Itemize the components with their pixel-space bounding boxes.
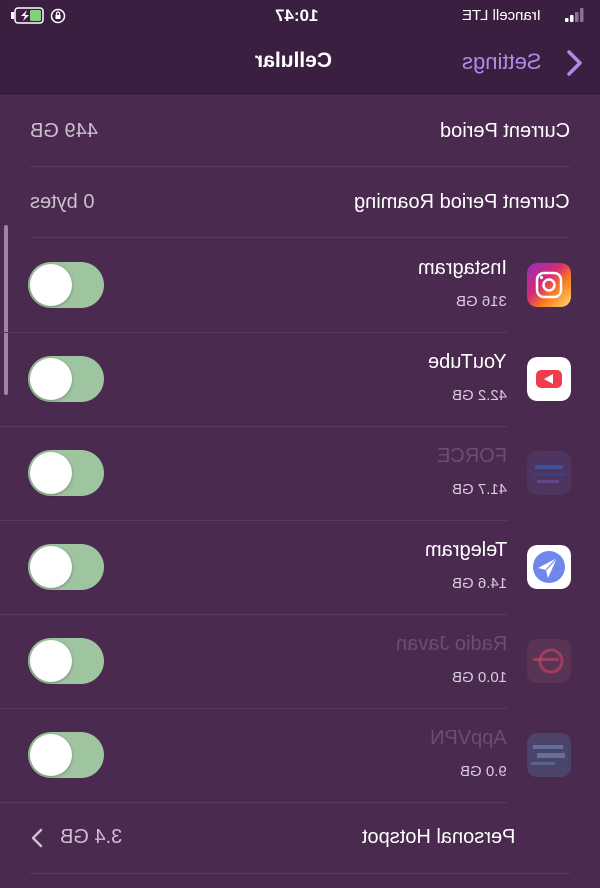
toggle-knob: [30, 546, 72, 588]
current-period-roaming-row: Current Period Roaming 0 bytes: [0, 167, 600, 237]
chevron-right-icon: [567, 50, 582, 76]
app-name: Telegram: [424, 539, 507, 561]
force-cellular-toggle[interactable]: [28, 450, 104, 496]
current-period-row: Current Period 449 GB: [0, 96, 600, 166]
youtube-cellular-toggle[interactable]: [28, 356, 104, 402]
back-button-label: Settings: [462, 49, 542, 74]
toggle-knob: [30, 452, 72, 494]
personal-hotspot-value: 3.4 GB: [60, 826, 123, 848]
app-name: YouTube: [428, 351, 507, 373]
app-name: AppVPN: [430, 727, 507, 749]
app-name: Radio Javan: [395, 633, 507, 655]
app-row-youtube: YouTube 42.2 GB: [0, 332, 600, 426]
current-period-label: Current Period: [439, 120, 570, 142]
current-period-roaming-label: Current Period Roaming: [354, 191, 570, 213]
app-usage: 42.2 GB: [451, 387, 507, 404]
radio-javan-cellular-toggle[interactable]: [28, 638, 104, 684]
app-row-telegram: Telegram 14.6 GB: [0, 520, 600, 614]
divider: [30, 873, 570, 874]
app-usage: 316 GB: [456, 293, 507, 310]
appvpn-icon: [527, 733, 571, 777]
radio-javan-icon: [527, 639, 571, 683]
app-usage: 14.6 GB: [451, 575, 507, 592]
toggle-knob: [30, 734, 72, 776]
status-bar: 10:47 Irancell LTE: [0, 0, 600, 32]
personal-hotspot-label: Personal Hotspot: [361, 826, 515, 848]
toggle-knob: [30, 264, 72, 306]
app-usage: 41.7 GB: [451, 481, 507, 498]
app-name: Instagram: [418, 257, 507, 279]
appvpn-cellular-toggle[interactable]: [28, 732, 104, 778]
instagram-cellular-toggle[interactable]: [28, 262, 104, 308]
page-title: Cellular: [255, 49, 333, 72]
toggle-knob: [30, 640, 72, 682]
app-row-radio-javan: Radio Javan 10.0 GB: [0, 614, 600, 708]
app-row-appvpn: AppVPN 9.0 GB: [0, 708, 600, 802]
app-usage: 10.0 GB: [451, 669, 507, 686]
carrier-label: Irancell LTE: [462, 7, 541, 24]
toggle-knob: [30, 358, 72, 400]
app-row-instagram: Instagram 316 GB: [0, 238, 600, 332]
current-period-value: 449 GB: [30, 120, 98, 142]
battery-charging-icon: [11, 7, 44, 24]
personal-hotspot-row[interactable]: Personal Hotspot 3.4 GB: [0, 803, 600, 873]
app-usage: 9.0 GB: [460, 763, 507, 780]
back-button[interactable]: Settings: [460, 46, 590, 80]
instagram-icon: [527, 263, 571, 307]
rotation-lock-icon: [50, 8, 66, 24]
chevron-left-icon: [31, 828, 43, 848]
status-time: 10:47: [275, 6, 319, 25]
telegram-icon: [527, 545, 571, 589]
force-app-icon: [527, 451, 571, 495]
signal-strength-icon: [565, 8, 584, 22]
app-name: FORCE: [437, 445, 507, 467]
telegram-cellular-toggle[interactable]: [28, 544, 104, 590]
current-period-roaming-value: 0 bytes: [30, 191, 95, 213]
navigation-bar: Cellular Settings: [0, 32, 600, 94]
youtube-icon: [527, 357, 571, 401]
app-row-force: FORCE 41.7 GB: [0, 426, 600, 520]
